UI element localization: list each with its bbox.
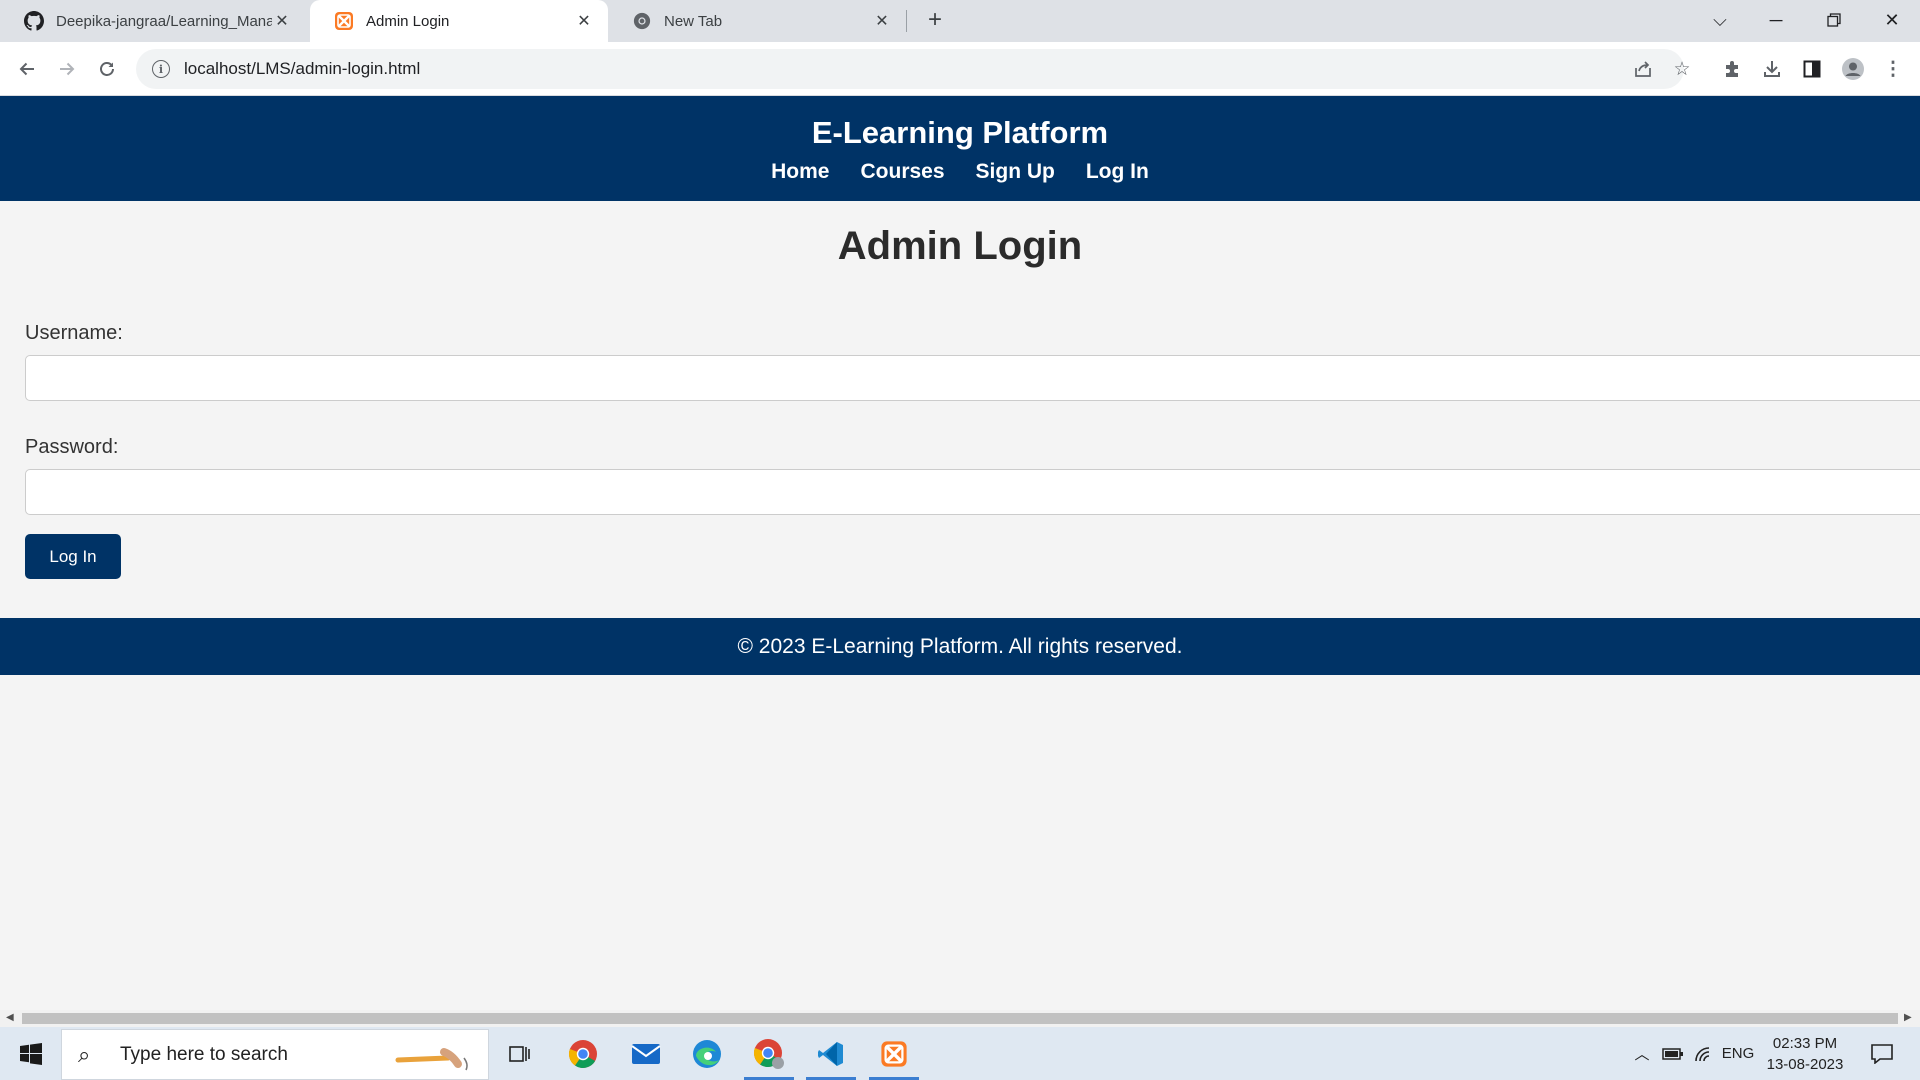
site-info-icon[interactable]: i	[152, 60, 170, 78]
language-indicator[interactable]: ENG	[1718, 1027, 1758, 1080]
tab-search-icon[interactable]: ⌵	[1692, 0, 1748, 40]
log-in-button[interactable]: Log In	[25, 534, 121, 579]
minimize-button[interactable]: ─	[1748, 0, 1804, 40]
reload-icon[interactable]	[92, 54, 122, 84]
password-input[interactable]	[25, 469, 1920, 515]
taskbar-search-placeholder: Type here to search	[120, 1043, 288, 1065]
search-highlight-icon	[394, 1038, 478, 1079]
clock-time: 02:33 PM	[1772, 1035, 1838, 1052]
restore-button[interactable]	[1806, 0, 1862, 40]
download-icon[interactable]	[1757, 54, 1787, 84]
close-tab-icon[interactable]: ✕	[872, 11, 892, 31]
clock-date: 13-08-2023	[1766, 1056, 1844, 1073]
tab-title: New Tab	[664, 12, 723, 30]
github-icon	[24, 11, 44, 31]
mail-app-icon[interactable]	[617, 1027, 675, 1080]
page-title: Admin Login	[837, 224, 1083, 268]
nav-link-home[interactable]: Home	[771, 159, 829, 185]
nav-link-courses[interactable]: Courses	[861, 159, 945, 185]
scrollbar-thumb[interactable]	[22, 1013, 1898, 1024]
browser-tab-strip: Deepika-jangraa/Learning_Mana… ✕ Admin L…	[0, 0, 1920, 42]
tab-new-tab[interactable]: New Tab ✕	[608, 0, 906, 42]
site-nav: Home Courses Sign Up Log In	[0, 159, 1920, 185]
forward-arrow-icon[interactable]	[52, 54, 82, 84]
site-header: E-Learning Platform Home Courses Sign Up…	[0, 96, 1920, 201]
tab-github[interactable]: Deepika-jangraa/Learning_Mana… ✕	[0, 0, 306, 42]
share-icon[interactable]	[1628, 52, 1658, 86]
windows-taskbar: ⌕ Type here to search ︿ ENG 02:33 PM 13-…	[0, 1027, 1920, 1080]
chrome-profile-app-icon[interactable]	[740, 1027, 798, 1080]
username-label: Username:	[25, 322, 123, 344]
page-viewport: E-Learning Platform Home Courses Sign Up…	[0, 96, 1920, 1010]
task-view-icon[interactable]	[491, 1027, 549, 1080]
vscode-app-icon[interactable]	[802, 1027, 860, 1080]
profile-avatar-icon[interactable]	[1838, 54, 1868, 84]
site-footer: © 2023 E-Learning Platform. All rights r…	[0, 618, 1920, 675]
system-clock[interactable]: 02:33 PM 13-08-2023	[1760, 1033, 1850, 1075]
site-title: E-Learning Platform	[811, 115, 1109, 150]
tab-title: Deepika-jangraa/Learning_Mana…	[56, 12, 272, 30]
xampp-icon	[334, 11, 354, 31]
chrome-app-icon[interactable]	[554, 1027, 612, 1080]
new-tab-button[interactable]: +	[922, 8, 948, 34]
taskbar-search-box[interactable]: ⌕ Type here to search	[61, 1029, 489, 1080]
battery-icon[interactable]	[1658, 1027, 1688, 1080]
admin-login-form: Username: Password: Log In	[0, 321, 1920, 579]
side-panel-icon[interactable]	[1797, 54, 1827, 84]
xampp-app-icon[interactable]	[865, 1027, 923, 1080]
tab-separator	[906, 10, 907, 32]
notification-center-icon[interactable]	[1862, 1027, 1902, 1080]
wifi-icon[interactable]	[1690, 1027, 1718, 1080]
chrome-icon	[632, 11, 652, 31]
address-url[interactable]: localhost/LMS/admin-login.html	[184, 59, 420, 79]
tab-title: Admin Login	[366, 12, 450, 30]
back-arrow-icon[interactable]	[12, 54, 42, 84]
bookmark-star-icon[interactable]: ☆	[1667, 52, 1697, 86]
browser-toolbar: i localhost/LMS/admin-login.html ☆ ⋮	[0, 42, 1920, 96]
edge-app-icon[interactable]	[678, 1027, 736, 1080]
tab-admin-login[interactable]: Admin Login ✕	[310, 0, 608, 42]
menu-kebab-icon[interactable]: ⋮	[1878, 54, 1908, 84]
close-tab-icon[interactable]: ✕	[272, 11, 292, 31]
close-window-button[interactable]: ✕	[1864, 0, 1920, 40]
horizontal-scrollbar[interactable]: ◀ ▶	[0, 1010, 1920, 1027]
extensions-icon[interactable]	[1717, 54, 1747, 84]
search-icon: ⌕	[78, 1041, 91, 1067]
nav-link-log-in[interactable]: Log In	[1086, 159, 1149, 185]
show-hidden-icons-chevron-icon[interactable]: ︿	[1630, 1027, 1654, 1080]
username-input[interactable]	[25, 355, 1920, 401]
close-tab-icon[interactable]: ✕	[574, 11, 594, 31]
windows-start-icon[interactable]	[8, 1027, 54, 1080]
address-bar[interactable]: i localhost/LMS/admin-login.html	[136, 49, 1684, 89]
nav-link-sign-up[interactable]: Sign Up	[976, 159, 1055, 185]
scroll-left-arrow-icon[interactable]: ◀	[6, 1012, 14, 1023]
password-label: Password:	[25, 436, 119, 458]
scroll-right-arrow-icon[interactable]: ▶	[1904, 1012, 1912, 1023]
